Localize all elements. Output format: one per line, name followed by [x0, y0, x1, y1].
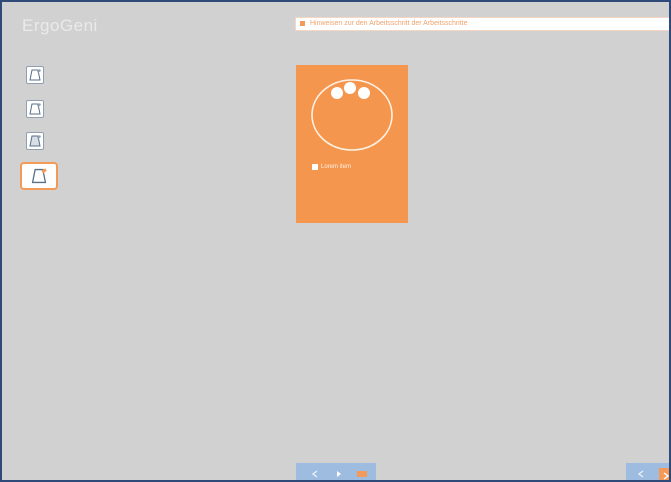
- sidebar-item-1[interactable]: [26, 66, 44, 84]
- bottom-toolbar: [296, 463, 376, 480]
- forward-button[interactable]: [659, 468, 669, 480]
- sidebar-item-2[interactable]: [26, 100, 44, 118]
- notice-text: Hinweisen zur den Arbeitsschritt der Arb…: [309, 20, 468, 27]
- navigation-toolbar: [626, 463, 669, 480]
- stop-icon[interactable]: [356, 469, 368, 479]
- forward-icon: [663, 472, 669, 480]
- document-edit-icon: [31, 168, 47, 184]
- document-edit-icon: [29, 69, 41, 81]
- notice-icon: [300, 20, 305, 26]
- sidebar-item-4[interactable]: [20, 162, 58, 190]
- prev-icon[interactable]: [310, 469, 320, 479]
- preview-item: Lorem item: [312, 164, 351, 170]
- app-logo: ErgoGeni: [22, 16, 98, 35]
- next-icon[interactable]: [334, 469, 344, 479]
- preview-item-label: Lorem item: [321, 164, 352, 170]
- notice-banner: Hinweisen zur den Arbeitsschritt der Arb…: [295, 17, 669, 31]
- app-window: ErgoGeni Hinweisen zur den Arbeitsschrit…: [0, 0, 671, 482]
- sidebar-item-3[interactable]: [26, 132, 44, 150]
- preview-card[interactable]: Lorem item: [296, 65, 408, 223]
- document-edit-icon: [29, 103, 41, 115]
- checkbox-icon: [312, 164, 318, 170]
- preview-graphic: [311, 79, 393, 151]
- back-icon[interactable]: [636, 469, 646, 479]
- document-edit-icon: [29, 135, 41, 147]
